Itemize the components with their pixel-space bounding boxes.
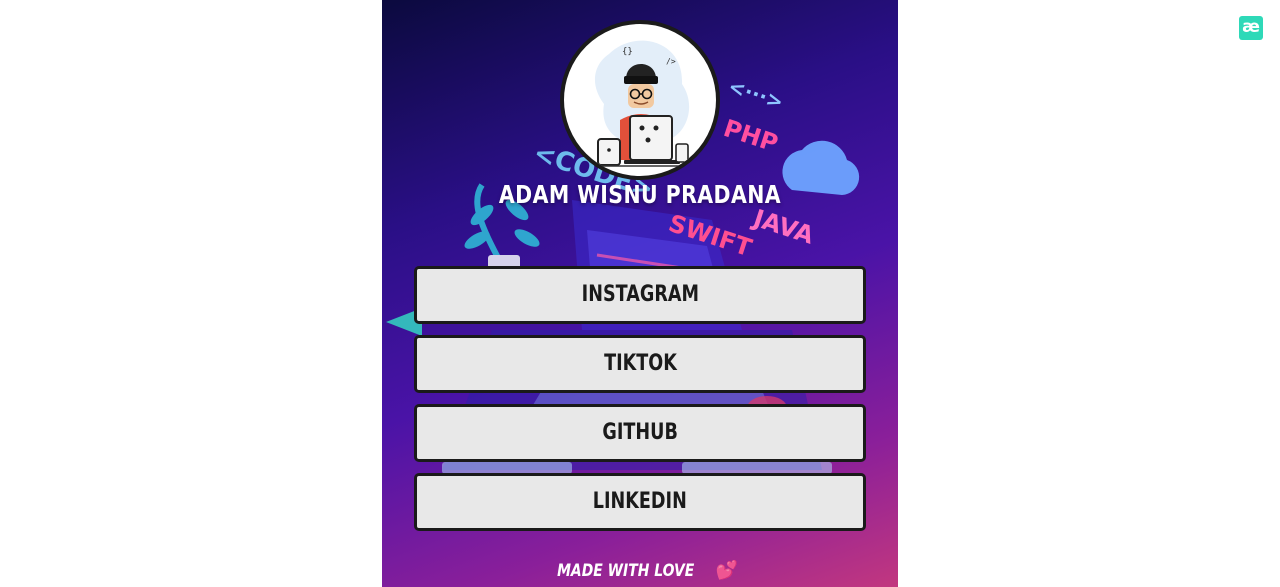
hearts-icon: 💕	[715, 560, 738, 581]
svg-text:{}: {}	[622, 47, 633, 57]
github-link-button[interactable]: GITHUB	[414, 404, 866, 462]
linkedin-link-label: LINKEDIN	[592, 489, 688, 514]
footer-text: MADE WITH LOVE	[557, 561, 695, 581]
ae-logo-icon[interactable]: æ	[1239, 16, 1263, 40]
tiktok-link-button[interactable]: TIKTOK	[414, 335, 866, 393]
tiktok-link-label: TIKTOK	[603, 351, 677, 376]
code-word-php: PHP	[720, 114, 781, 158]
footer: MADE WITH LOVE 💕	[382, 560, 898, 581]
instagram-link-button[interactable]: INSTAGRAM	[414, 266, 866, 324]
github-link-label: GITHUB	[602, 420, 678, 445]
linkedin-link-button[interactable]: LINKEDIN	[414, 473, 866, 531]
profile-card: <CODE> PHP JAVA SWIFT <···> {} /> ADAM W…	[382, 0, 898, 587]
code-word-arrows: <···>	[725, 74, 786, 114]
avatar: {} />	[560, 20, 720, 180]
code-word-java: JAVA	[748, 203, 817, 249]
svg-text:/>: />	[666, 57, 676, 66]
developer-avatar-icon: {} />	[594, 40, 690, 167]
link-list: INSTAGRAM TIKTOK GITHUB LINKEDIN	[414, 266, 866, 542]
profile-name: ADAM WISNU PRADANA	[498, 180, 782, 209]
instagram-link-label: INSTAGRAM	[581, 282, 699, 307]
